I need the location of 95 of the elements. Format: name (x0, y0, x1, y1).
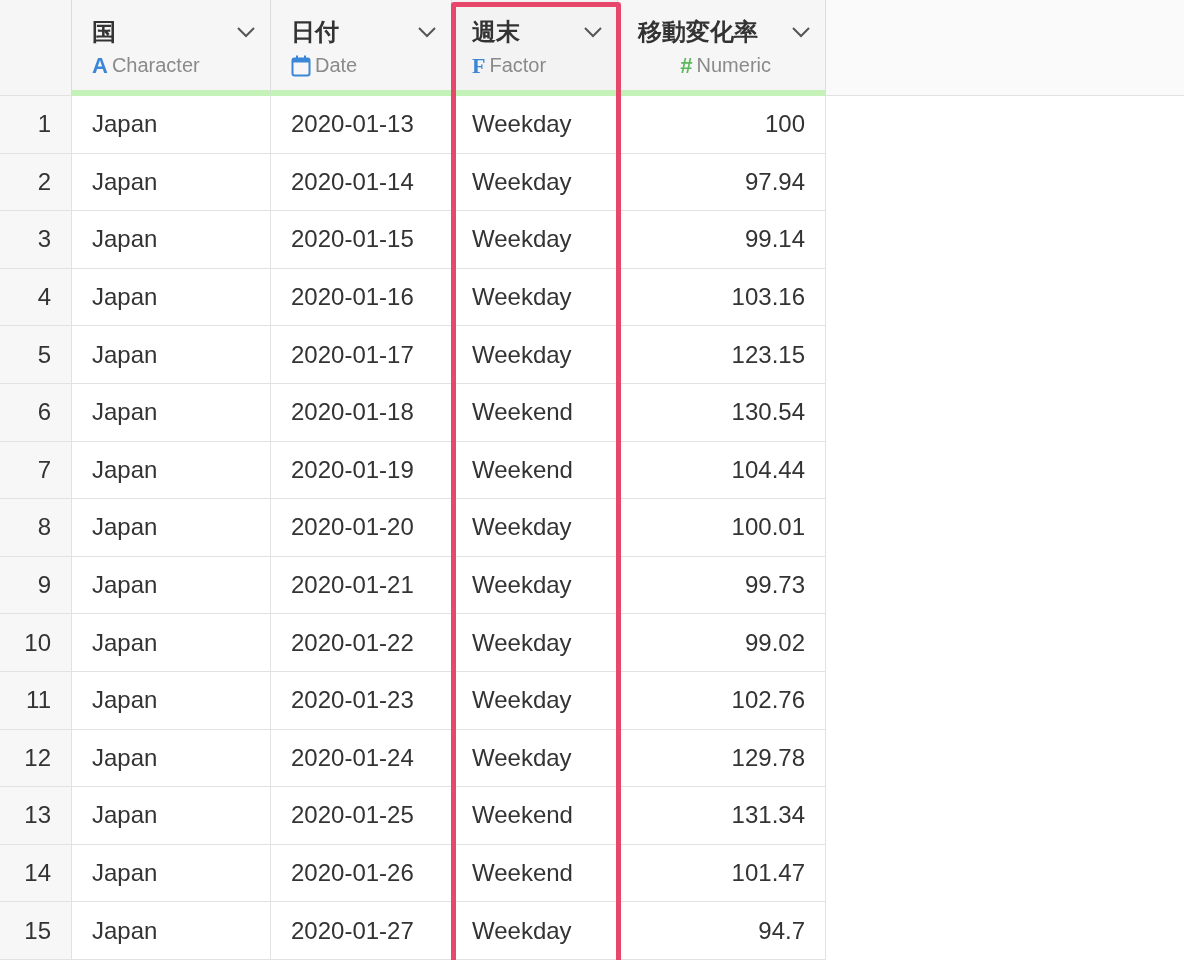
table-cell: 2020-01-19 (271, 441, 452, 500)
type-icon: # (680, 54, 693, 77)
table-cell: Japan (72, 499, 271, 557)
type-icon: A (92, 54, 108, 77)
table-cell: 94.7 (618, 902, 826, 960)
column-type-label: Date (315, 54, 358, 77)
table-cell: Weekday (452, 499, 618, 557)
table-cell: Japan (72, 441, 271, 500)
table-cell: Weekday (452, 902, 618, 960)
chevron-down-icon[interactable] (583, 26, 603, 38)
row-number: 13 (0, 787, 72, 845)
table-cell: Weekday (452, 671, 618, 730)
table-cell: 2020-01-27 (271, 902, 452, 960)
table-cell: Weekend (452, 441, 618, 500)
row-number: 4 (0, 268, 72, 327)
table-cell: Japan (72, 153, 271, 212)
table-cell: 2020-01-13 (271, 96, 452, 154)
row-number: 10 (0, 614, 72, 672)
table-cell: 2020-01-22 (271, 614, 452, 672)
column-title: 移動変化率 (638, 17, 758, 47)
table-cell: 129.78 (618, 729, 826, 788)
column-header[interactable]: 移動変化率 # Numeric (618, 0, 826, 96)
table-cell: Weekday (452, 268, 618, 327)
chevron-down-icon[interactable] (791, 26, 811, 38)
table-cell: Weekday (452, 729, 618, 788)
table-cell: Weekday (452, 211, 618, 269)
table-cell: 99.73 (618, 556, 826, 615)
table-cell: Japan (72, 729, 271, 788)
column-header[interactable]: 国 A Character (72, 0, 271, 96)
table-cell: Japan (72, 844, 271, 903)
table-cell: 2020-01-23 (271, 671, 452, 730)
table-cell: 103.16 (618, 268, 826, 327)
table-cell: 2020-01-24 (271, 729, 452, 788)
row-number: 12 (0, 729, 72, 788)
table-cell: Japan (72, 96, 271, 154)
type-icon: F (472, 54, 486, 77)
table-cell: 130.54 (618, 383, 826, 442)
table-cell: Weekday (452, 556, 618, 615)
table-cell: Japan (72, 383, 271, 442)
table-cell: 2020-01-17 (271, 326, 452, 384)
table-cell: 2020-01-20 (271, 499, 452, 557)
row-number: 8 (0, 499, 72, 557)
table-cell: 2020-01-18 (271, 383, 452, 442)
table-cell: 2020-01-21 (271, 556, 452, 615)
chevron-down-icon[interactable] (236, 26, 256, 38)
table-cell: Japan (72, 268, 271, 327)
column-title: 週末 (472, 17, 520, 47)
column-title: 国 (92, 17, 116, 47)
table-cell: 2020-01-15 (271, 211, 452, 269)
table-cell: Weekend (452, 383, 618, 442)
column-header[interactable]: 日付 Date (271, 0, 452, 96)
table-cell: 100 (618, 96, 826, 154)
table-cell: 2020-01-14 (271, 153, 452, 212)
table-cell: 99.14 (618, 211, 826, 269)
row-number: 9 (0, 556, 72, 615)
column-type-label: Character (111, 54, 200, 77)
row-number: 11 (0, 671, 72, 730)
table-cell: Japan (72, 671, 271, 730)
table-cell: Weekend (452, 787, 618, 845)
column-type-label: Factor (489, 54, 547, 77)
column-title: 日付 (291, 17, 339, 47)
row-number: 6 (0, 383, 72, 442)
row-number: 5 (0, 326, 72, 384)
table-cell: Japan (72, 614, 271, 672)
table-cell: 99.02 (618, 614, 826, 672)
row-number: 14 (0, 844, 72, 903)
row-number: 2 (0, 153, 72, 212)
chevron-down-icon[interactable] (417, 26, 437, 38)
row-number: 15 (0, 902, 72, 960)
row-number: 1 (0, 96, 72, 154)
table-cell: 104.44 (618, 441, 826, 500)
row-number: 7 (0, 441, 72, 500)
table-cell: 131.34 (618, 787, 826, 845)
table-cell: Weekend (452, 844, 618, 903)
calendar-icon (291, 54, 311, 77)
table-cell: Weekday (452, 153, 618, 212)
table-cell: Japan (72, 787, 271, 845)
table-cell: Weekday (452, 614, 618, 672)
table-cell: 97.94 (618, 153, 826, 212)
table-cell: 101.47 (618, 844, 826, 903)
table-cell: Japan (72, 326, 271, 384)
table-cell: Weekday (452, 96, 618, 154)
table-cell: 2020-01-25 (271, 787, 452, 845)
table-cell: Japan (72, 211, 271, 269)
row-number: 3 (0, 211, 72, 269)
table-cell: Weekday (452, 326, 618, 384)
column-header[interactable]: 週末 F Factor (452, 0, 618, 96)
table-cell: 100.01 (618, 499, 826, 557)
table-cell: 123.15 (618, 326, 826, 384)
table-cell: 102.76 (618, 671, 826, 730)
table-cell: Japan (72, 556, 271, 615)
table-cell: Japan (72, 902, 271, 960)
column-type-label: Numeric (696, 54, 771, 77)
table-cell: 2020-01-26 (271, 844, 452, 903)
table-cell: 2020-01-16 (271, 268, 452, 327)
